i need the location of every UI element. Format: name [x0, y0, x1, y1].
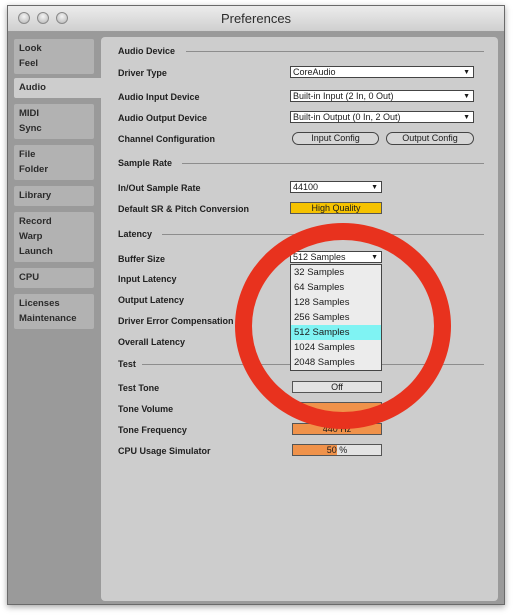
audio-input-device-value: Built-in Input (2 In, 0 Out)	[293, 91, 394, 101]
sidebar-item-label: Look	[19, 43, 42, 54]
sidebar-item-library[interactable]: Library	[14, 186, 94, 206]
title-bar: Preferences	[8, 6, 504, 32]
driver-type-label: Driver Type	[118, 68, 167, 78]
sidebar-item-label: Launch	[19, 246, 53, 257]
default-sr-toggle[interactable]: High Quality	[290, 202, 382, 214]
sidebar-item-label: Feel	[19, 58, 39, 69]
section-latency: Latency	[118, 229, 153, 239]
section-divider	[182, 163, 484, 164]
sidebar-item-label: Maintenance	[19, 313, 77, 324]
in-out-sample-rate-label: In/Out Sample Rate	[118, 183, 201, 193]
overall-latency-label: Overall Latency	[118, 337, 186, 347]
sample-rate-select[interactable]: 44100 ▼	[290, 181, 382, 193]
chevron-down-icon: ▼	[371, 184, 378, 191]
sidebar-item-label: CPU	[19, 272, 40, 283]
tone-volume-label: Tone Volume	[118, 404, 174, 414]
sidebar-item-label: Audio	[19, 82, 46, 93]
driver-type-select[interactable]: CoreAudio ▼	[290, 66, 474, 78]
sidebar-item-label: Sync	[19, 123, 42, 134]
driver-error-compensation-label: Driver Error Compensation	[118, 316, 234, 326]
chevron-down-icon: ▼	[463, 114, 470, 121]
audio-output-device-select[interactable]: Built-in Output (0 In, 2 Out) ▼	[290, 111, 474, 123]
sidebar-item-audio[interactable]: Audio	[14, 78, 103, 98]
sidebar-item-midi-sync[interactable]: MIDI Sync	[14, 104, 94, 139]
sample-rate-value: 44100	[293, 182, 319, 192]
test-tone-label: Test Tone	[118, 383, 160, 393]
section-sample-rate: Sample Rate	[118, 158, 173, 168]
section-divider	[186, 51, 484, 52]
cpu-usage-value: 50 %	[326, 445, 348, 455]
sidebar-item-label: Library	[19, 190, 52, 201]
audio-output-device-label: Audio Output Device	[118, 113, 208, 123]
input-config-button[interactable]: Input Config	[292, 132, 379, 145]
chevron-down-icon: ▼	[463, 93, 470, 100]
sidebar-item-look-feel[interactable]: Look Feel	[14, 39, 94, 74]
audio-input-device-select[interactable]: Built-in Input (2 In, 0 Out) ▼	[290, 90, 474, 102]
section-audio-device: Audio Device	[118, 46, 176, 56]
chevron-down-icon: ▼	[463, 69, 470, 76]
audio-input-device-label: Audio Input Device	[118, 92, 200, 102]
driver-type-value: CoreAudio	[293, 67, 336, 77]
section-test: Test	[118, 359, 136, 369]
sidebar-item-record-warp-launch[interactable]: Record Warp Launch	[14, 212, 94, 262]
sidebar-item-label: Licenses	[19, 298, 60, 309]
sidebar-item-label: Folder	[19, 164, 49, 175]
window-title: Preferences	[220, 11, 292, 26]
cpu-usage-simulator-slider[interactable]: 50 %	[292, 444, 382, 456]
buffer-size-label: Buffer Size	[118, 254, 166, 264]
sidebar-item-cpu[interactable]: CPU	[14, 268, 94, 288]
sidebar-item-label: File	[19, 149, 36, 160]
red-annotation-circle	[235, 223, 451, 429]
default-sr-label: Default SR & Pitch Conversion	[118, 204, 250, 214]
tone-frequency-label: Tone Frequency	[118, 425, 187, 435]
output-latency-label: Output Latency	[118, 295, 185, 305]
output-config-button[interactable]: Output Config	[386, 132, 474, 145]
input-latency-label: Input Latency	[118, 274, 177, 284]
sidebar-item-licenses-maintenance[interactable]: Licenses Maintenance	[14, 294, 94, 329]
audio-output-device-value: Built-in Output (0 In, 2 Out)	[293, 112, 401, 122]
sidebar-item-file-folder[interactable]: File Folder	[14, 145, 94, 180]
sidebar-item-label: Warp	[19, 231, 43, 242]
sidebar-item-label: MIDI	[19, 108, 40, 119]
cpu-usage-simulator-label: CPU Usage Simulator	[118, 446, 211, 456]
sidebar-item-label: Record	[19, 216, 52, 227]
channel-configuration-label: Channel Configuration	[118, 134, 215, 144]
